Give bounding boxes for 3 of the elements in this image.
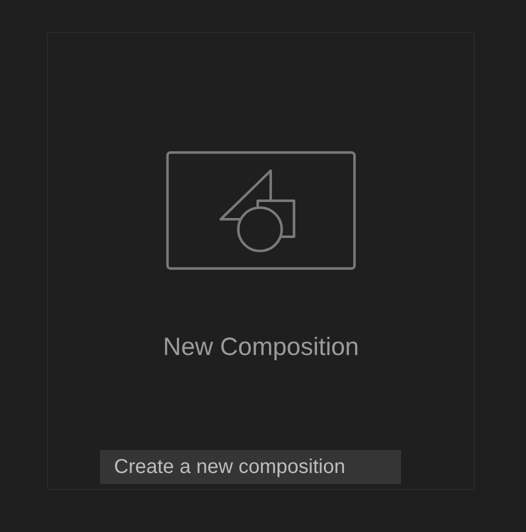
tooltip: Create a new composition bbox=[100, 450, 401, 484]
card-title: New Composition bbox=[163, 332, 359, 362]
composition-icon bbox=[166, 151, 356, 270]
